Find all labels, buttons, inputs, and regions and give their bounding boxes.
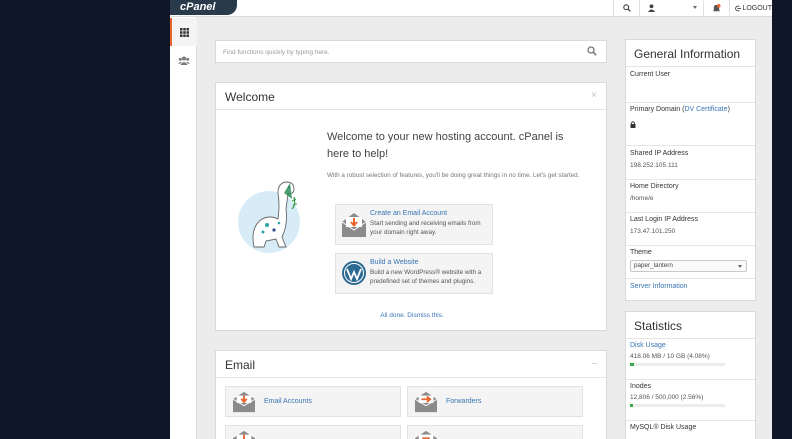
welcome-panel: Welcome × Welcome to your new hosting ac… bbox=[215, 82, 607, 331]
inodes-bar bbox=[630, 404, 725, 407]
cpanel-logo[interactable]: cPanel bbox=[170, 0, 237, 15]
users-icon bbox=[177, 56, 190, 65]
mysql-disk-usage-row: MySQL® Disk Usage bbox=[626, 424, 755, 439]
top-bar: cPanel LOGOUT bbox=[170, 0, 772, 17]
theme-label: Theme bbox=[630, 249, 652, 256]
theme-row: Theme paper_lantern bbox=[626, 248, 755, 279]
theme-select-value: paper_lantern bbox=[634, 262, 673, 269]
disk-usage-value: 418.06 MB / 10 GB (4.08%) bbox=[630, 353, 710, 360]
email-accounts-icon bbox=[232, 391, 256, 413]
shared-ip-row: Shared IP Address 198.252.105.111 bbox=[626, 149, 755, 180]
home-directory-label: Home Directory bbox=[630, 183, 679, 190]
welcome-panel-title: Welcome bbox=[225, 90, 275, 104]
current-user-row: Current User bbox=[626, 70, 755, 103]
forwarders-label[interactable]: Forwarders bbox=[446, 398, 481, 405]
disk-usage-bar-fill bbox=[630, 363, 634, 366]
user-menu-button[interactable] bbox=[639, 0, 703, 16]
search-icon bbox=[622, 4, 631, 12]
last-login-ip-value: 173.47.101.250 bbox=[630, 228, 676, 235]
dinosaur-mascot-illustration bbox=[238, 181, 300, 253]
email-panel: Email – Email Accounts Forwarders bbox=[215, 350, 607, 439]
close-icon[interactable]: × bbox=[591, 90, 597, 101]
action-title[interactable]: Build a Website bbox=[370, 259, 419, 266]
build-website-card[interactable]: Build a Website Build a new WordPress® w… bbox=[335, 253, 493, 294]
logout-label: LOGOUT bbox=[742, 4, 772, 12]
left-rail bbox=[170, 17, 197, 439]
create-email-account-card[interactable]: Create an Email Account Start sending an… bbox=[335, 204, 493, 245]
welcome-subtext: With a robust selection of features, you… bbox=[327, 172, 580, 179]
primary-domain-row: Primary Domain (DV Certificate) bbox=[626, 105, 755, 146]
disk-usage-label[interactable]: Disk Usage bbox=[630, 342, 751, 349]
disk-usage-row: Disk Usage 418.06 MB / 10 GB (4.08%) bbox=[626, 342, 755, 380]
chevron-down-icon bbox=[693, 6, 697, 9]
welcome-heading: Welcome to your new hosting account. cPa… bbox=[327, 131, 564, 160]
rail-item-home[interactable] bbox=[170, 18, 197, 46]
email-envelope-icon bbox=[341, 213, 367, 237]
cpanel-window: cPanel LOGOUT Welcome × bbox=[170, 0, 772, 439]
topbar-search-button[interactable] bbox=[613, 0, 639, 16]
email-item-partial[interactable] bbox=[225, 425, 401, 439]
shared-ip-value: 198.252.105.111 bbox=[630, 162, 678, 169]
wordpress-icon bbox=[342, 261, 366, 285]
logout-button[interactable]: LOGOUT bbox=[729, 0, 772, 16]
chevron-down-icon bbox=[738, 265, 742, 268]
mysql-disk-usage-label: MySQL® Disk Usage bbox=[630, 424, 697, 431]
general-information-panel: General Information Current User Primary… bbox=[625, 39, 756, 301]
inodes-row: Inodes 12,806 / 500,000 (2.56%) bbox=[626, 383, 755, 421]
search-input[interactable] bbox=[216, 42, 576, 63]
forwarders-icon bbox=[414, 391, 438, 413]
user-icon bbox=[648, 4, 655, 12]
rail-item-users[interactable] bbox=[170, 46, 197, 74]
last-login-ip-label: Last Login IP Address bbox=[630, 216, 698, 223]
inodes-value: 12,806 / 500,000 (2.56%) bbox=[630, 394, 704, 401]
general-information-title: General Information bbox=[626, 40, 755, 67]
notifications-button[interactable] bbox=[703, 0, 729, 16]
action-title[interactable]: Create an Email Account bbox=[370, 210, 447, 217]
welcome-panel-header: Welcome × bbox=[216, 83, 606, 110]
logout-icon bbox=[735, 5, 742, 11]
current-user-label: Current User bbox=[630, 71, 671, 78]
statistics-title: Statistics bbox=[626, 312, 755, 339]
bell-icon bbox=[712, 3, 721, 11]
action-description: Build a new WordPress® website with a pr… bbox=[370, 269, 482, 285]
action-description: Start sending and receiving emails from … bbox=[370, 220, 481, 236]
server-information-row: Server Information bbox=[626, 282, 755, 300]
email-panel-title: Email bbox=[225, 358, 256, 372]
home-directory-row: Home Directory /home/e bbox=[626, 182, 755, 213]
grid-icon bbox=[180, 27, 189, 37]
function-search bbox=[215, 40, 607, 63]
email-accounts-item[interactable]: Email Accounts bbox=[225, 386, 401, 417]
inodes-label: Inodes bbox=[630, 383, 652, 390]
email-envelope-icon bbox=[233, 430, 255, 439]
last-login-ip-row: Last Login IP Address 173.47.101.250 bbox=[626, 215, 755, 246]
primary-domain-label: Primary Domain (DV Certificate) bbox=[630, 106, 730, 113]
inodes-bar-fill bbox=[630, 404, 633, 407]
forwarders-item[interactable]: Forwarders bbox=[407, 386, 583, 417]
email-item-partial[interactable] bbox=[407, 425, 583, 439]
shared-ip-label: Shared IP Address bbox=[630, 150, 689, 157]
home-directory-value: /home/e bbox=[630, 195, 654, 202]
email-accounts-label[interactable]: Email Accounts bbox=[264, 398, 312, 405]
dismiss-link[interactable]: All done. Dismiss this. bbox=[216, 312, 608, 319]
collapse-icon[interactable]: – bbox=[591, 358, 597, 369]
dv-certificate-link[interactable]: DV Certificate bbox=[684, 106, 727, 113]
disk-usage-bar bbox=[630, 363, 725, 366]
email-envelope-icon bbox=[415, 430, 437, 439]
search-icon[interactable] bbox=[587, 46, 597, 56]
statistics-panel: Statistics Disk Usage 418.06 MB / 10 GB … bbox=[625, 311, 756, 439]
lock-icon bbox=[630, 121, 636, 128]
email-panel-header[interactable]: Email – bbox=[216, 351, 606, 378]
theme-select[interactable]: paper_lantern bbox=[630, 260, 747, 272]
server-information-link[interactable]: Server Information bbox=[630, 283, 688, 290]
